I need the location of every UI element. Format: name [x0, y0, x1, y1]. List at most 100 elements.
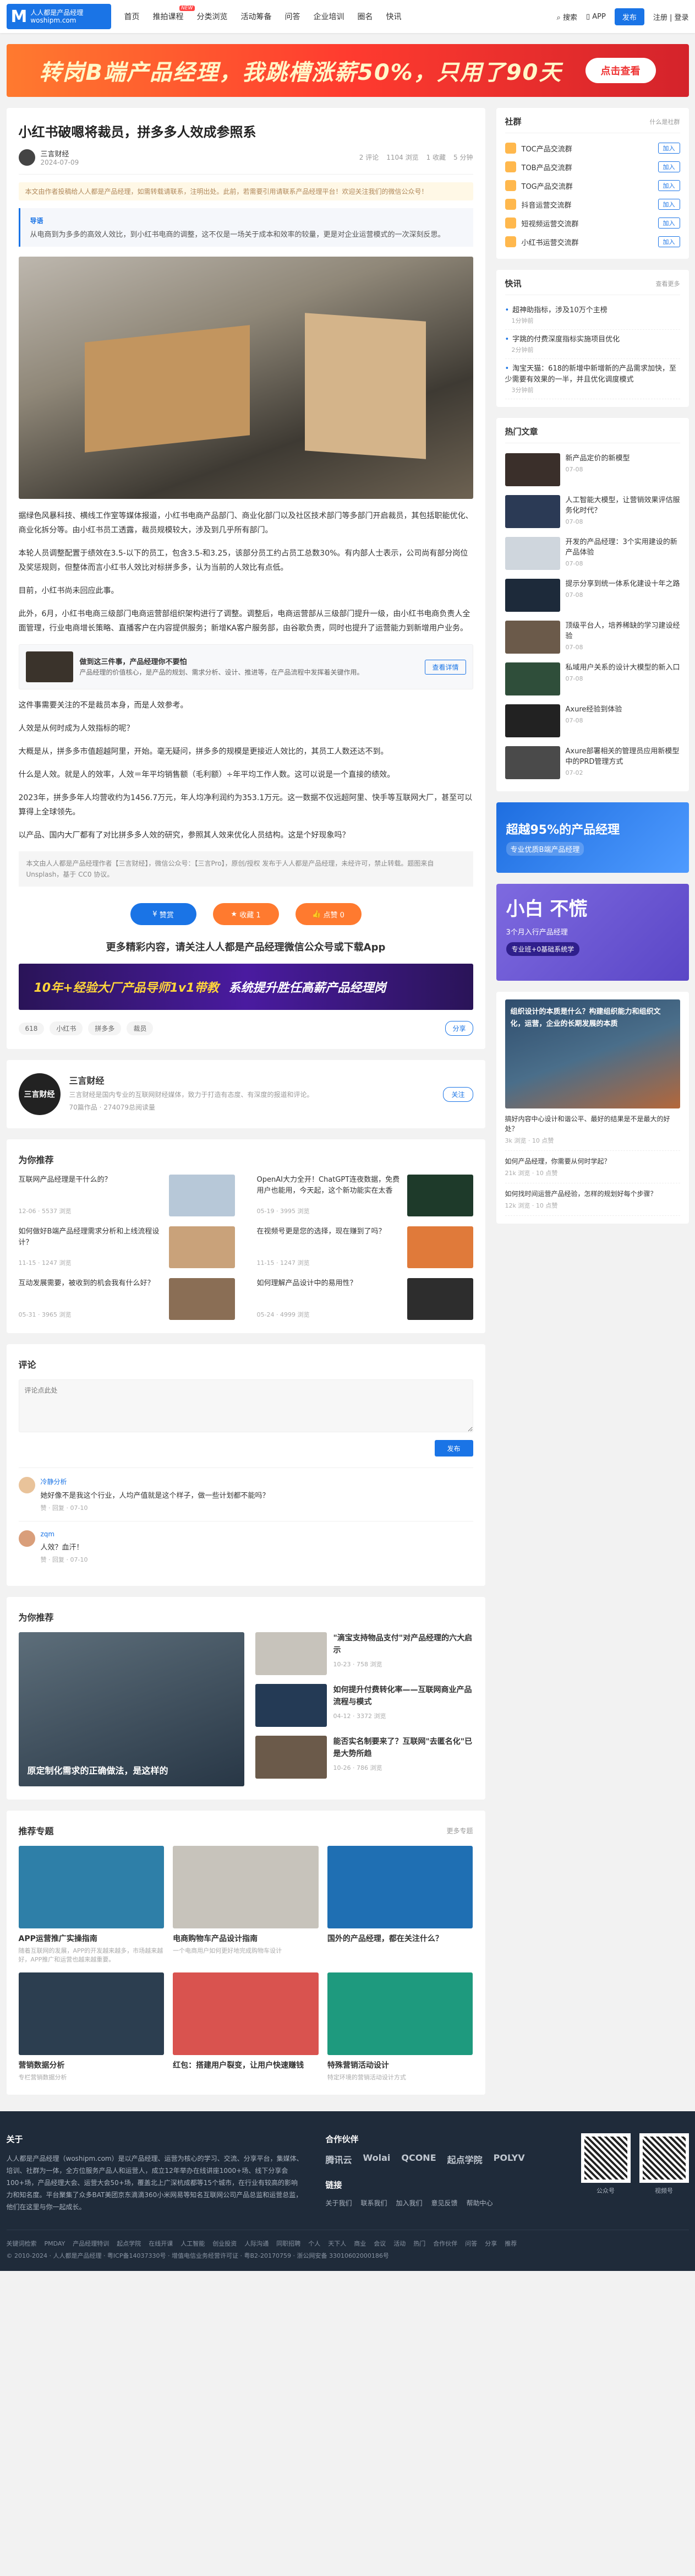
more-topics-link[interactable]: 更多专题 — [446, 1826, 473, 1835]
nav-categories[interactable]: 分类浏览 — [197, 11, 228, 22]
commenter-name[interactable]: zqm — [41, 1530, 88, 1538]
side-ad-1[interactable]: 超越95%的产品经理 专业优质B端产品经理 — [496, 802, 689, 873]
inline-ad-button[interactable]: 查看详情 — [425, 659, 466, 675]
nav-home[interactable]: 首页 — [124, 11, 140, 22]
partner-logo[interactable]: POLYV — [494, 2153, 525, 2166]
featured-big-item[interactable]: 原定制化需求的正确做法，是这样的 — [18, 1632, 244, 1786]
list-item[interactable]: 如何找时间运营产品经验，怎样的规划好每个步骤？ 12k 浏览 · 10 点赞 — [505, 1183, 680, 1216]
group-name[interactable]: 抖音运营交流群 — [522, 199, 572, 210]
author-avatar-large[interactable]: 三言财经 — [18, 1073, 61, 1115]
list-item[interactable]: 互动发展需要，被收到的机会我有什么好？ 05-31 · 3965 浏览 — [19, 1278, 235, 1320]
banner-button[interactable]: 点击查看 — [585, 58, 656, 83]
tag[interactable]: 拼多多 — [88, 1021, 122, 1035]
topic-card[interactable]: APP运营推广实操指南 随着互联网的发展，APP的开发越来越多，市场越来越好，AP… — [18, 1846, 165, 1964]
bottom-link[interactable]: 分享 — [485, 2238, 497, 2250]
comment-submit-button[interactable]: 发布 — [434, 1440, 473, 1457]
list-item[interactable]: 如何提升付费转化率——互联网商业产品流程与模式 04-12 · 3372 浏览 — [255, 1684, 473, 1727]
publish-button[interactable]: 发布 — [614, 8, 644, 25]
bottom-link[interactable]: 同职招聘 — [276, 2238, 300, 2250]
bottom-link[interactable]: 创业投资 — [212, 2238, 237, 2250]
group-name[interactable]: 小红书运营交流群 — [522, 237, 579, 247]
join-button[interactable]: 加入 — [658, 236, 680, 247]
partner-logo[interactable]: 腾讯云 — [326, 2153, 352, 2166]
site-logo[interactable]: M 人人都是产品经理 woshipm.com — [6, 4, 111, 29]
list-item[interactable]: 如何产品经理，你需要从何时学起？ 21k 浏览 · 10 点赞 — [505, 1151, 680, 1183]
follow-button[interactable]: 关注 — [443, 1086, 473, 1102]
tag[interactable]: 小红书 — [50, 1021, 83, 1035]
bottom-link[interactable]: PMDAY — [45, 2238, 65, 2250]
partner-logo[interactable]: Wolai — [363, 2153, 391, 2166]
avatar[interactable] — [18, 1477, 35, 1493]
bottom-link[interactable]: 起点学院 — [117, 2238, 141, 2250]
bottom-link[interactable]: 商业 — [354, 2238, 366, 2250]
top-banner[interactable]: 转岗B端产品经理，我跳槽涨薪50%，只用了90天 点击查看 — [6, 44, 689, 97]
commenter-name[interactable]: 冷静分析 — [41, 1477, 270, 1486]
list-item[interactable]: 新产品定价的新模型 07-08 — [505, 449, 680, 491]
footer-link[interactable]: 帮助中心 — [467, 2198, 493, 2208]
list-item[interactable]: 如何做好B端产品经理需求分析和上线流程设计？ 11-15 · 1247 浏览 — [19, 1226, 235, 1268]
list-item[interactable]: 如何理解产品设计中的易用性？ 05-24 · 4999 浏览 — [257, 1278, 473, 1320]
partner-logo[interactable]: QCONE — [401, 2153, 436, 2166]
flash-item[interactable]: 淘宝天猫：618的新增中新增新的产品需求加快，至少需要有效果的一半，并且优化调度… — [505, 359, 680, 399]
bottom-link[interactable]: 天下人 — [328, 2238, 346, 2250]
topic-card[interactable]: 国外的产品经理，都在关注什么？ — [327, 1846, 473, 1964]
login-link[interactable]: 注册 | 登录 — [653, 12, 689, 22]
search-button[interactable]: ⌕ 搜索 — [557, 12, 577, 22]
list-item[interactable]: 搞好内容中心设计和谐公平、最好的结果是不是最大的好处？ 3k 浏览 · 10 点赞 — [505, 1108, 680, 1151]
nav-circle[interactable]: 圈名 — [358, 11, 373, 22]
bottom-link[interactable]: 合作伙伴 — [433, 2238, 457, 2250]
nav-qa[interactable]: 问答 — [285, 11, 300, 22]
list-item[interactable]: 提示分享到统一体系化建设十年之路 07-08 — [505, 574, 680, 616]
author-card-name[interactable]: 三言财经 — [69, 1073, 314, 1086]
topic-card[interactable]: 营销数据分析 专栏营销数据分析 — [18, 1972, 165, 2082]
list-item[interactable]: Axure部署相关的管理员应用新模型中的PRD管理方式 07-02 — [505, 742, 680, 784]
group-name[interactable]: TOB产品交流群 — [522, 162, 572, 172]
topic-card[interactable]: 电商购物车产品设计指南 一个电商用户如何更好地完成购物车设计 — [173, 1846, 319, 1964]
bottom-link[interactable]: 热门 — [413, 2238, 425, 2250]
group-name[interactable]: 短视频运营交流群 — [522, 218, 579, 229]
comment-meta[interactable]: 赞 · 回复 · 07-10 — [41, 1555, 88, 1564]
list-item[interactable]: 私域用户关系的设计大模型的新入口 07-08 — [505, 658, 680, 700]
nav-events[interactable]: 活动筹备 — [241, 11, 272, 22]
author-avatar[interactable] — [18, 149, 35, 166]
list-item[interactable]: "滴宝支持物品支付"对产品经理的六大启示 10-23 · 758 浏览 — [255, 1632, 473, 1675]
app-button[interactable]: ▯ APP — [586, 13, 606, 21]
avatar[interactable] — [18, 1530, 35, 1547]
nav-flash[interactable]: 快讯 — [386, 11, 402, 22]
bottom-link[interactable]: 问答 — [465, 2238, 477, 2250]
bottom-link[interactable]: 活动 — [393, 2238, 406, 2250]
list-item[interactable]: Axure经验到体验 07-08 — [505, 700, 680, 742]
bottom-link[interactable]: 个人 — [308, 2238, 320, 2250]
flash-item[interactable]: 字跳的付费深度指标实施项目优化2分钟前 — [505, 330, 680, 359]
comment-meta[interactable]: 赞 · 回复 · 07-10 — [41, 1503, 270, 1512]
bottom-link[interactable]: 推荐 — [505, 2238, 517, 2250]
nav-enterprise[interactable]: 企业培训 — [314, 11, 344, 22]
promo-banner[interactable]: 10年+经验大厂产品导师1v1带教 系统提升胜任高薪产品经理岗 — [18, 964, 473, 1010]
bottom-link[interactable]: 人际沟通 — [244, 2238, 269, 2250]
tag[interactable]: 618 — [18, 1022, 45, 1035]
bottom-link[interactable]: 人工智能 — [180, 2238, 205, 2250]
join-button[interactable]: 加入 — [658, 180, 680, 191]
favorite-button[interactable]: ★ 收藏 1 — [212, 903, 279, 925]
group-name[interactable]: TOC产品交流群 — [522, 143, 572, 154]
side-ad-2[interactable]: 小白 不慌 3个月入行产品经理 专业班+0基础系统学 — [496, 884, 689, 981]
flash-more-link[interactable]: 查看更多 — [656, 279, 680, 288]
like-button[interactable]: 👍 点赞 0 — [295, 903, 362, 925]
share-button[interactable]: 分享 — [445, 1021, 473, 1036]
footer-link[interactable]: 联系我们 — [361, 2198, 387, 2208]
reward-button[interactable]: ¥ 赞赏 — [130, 903, 196, 925]
list-item[interactable]: 开发的产品经理：3个实用建设的新产品体验 07-08 — [505, 532, 680, 574]
inline-ad[interactable]: 做到这三件事，产品经理你不要怕 产品经理的价值核心，是产品的规划、需求分析、设计、… — [18, 644, 473, 689]
topic-card[interactable]: 特殊营销活动设计 特定环境的营销活动设计方式 — [327, 1972, 473, 2082]
bottom-link[interactable]: 产品经理特训 — [73, 2238, 109, 2250]
author-name[interactable]: 三言财经 — [41, 148, 79, 159]
groups-help-link[interactable]: 什么是社群 — [650, 117, 680, 126]
topic-card[interactable]: 红包：搭建用户裂变，让用户快速赚钱 — [173, 1972, 319, 2082]
list-item[interactable]: 人工智能大模型，让营销效果评估服务化时代？ 07-08 — [505, 491, 680, 532]
list-item[interactable]: 在视频号更是您的选择，现在赚到了吗？ 11-15 · 1247 浏览 — [257, 1226, 473, 1268]
footer-link[interactable]: 意见反馈 — [431, 2198, 458, 2208]
partner-logo[interactable]: 起点学院 — [447, 2153, 483, 2166]
bottom-link[interactable]: 在线开课 — [149, 2238, 173, 2250]
tag[interactable]: 裁员 — [127, 1021, 154, 1035]
comment-input[interactable] — [18, 1379, 473, 1432]
